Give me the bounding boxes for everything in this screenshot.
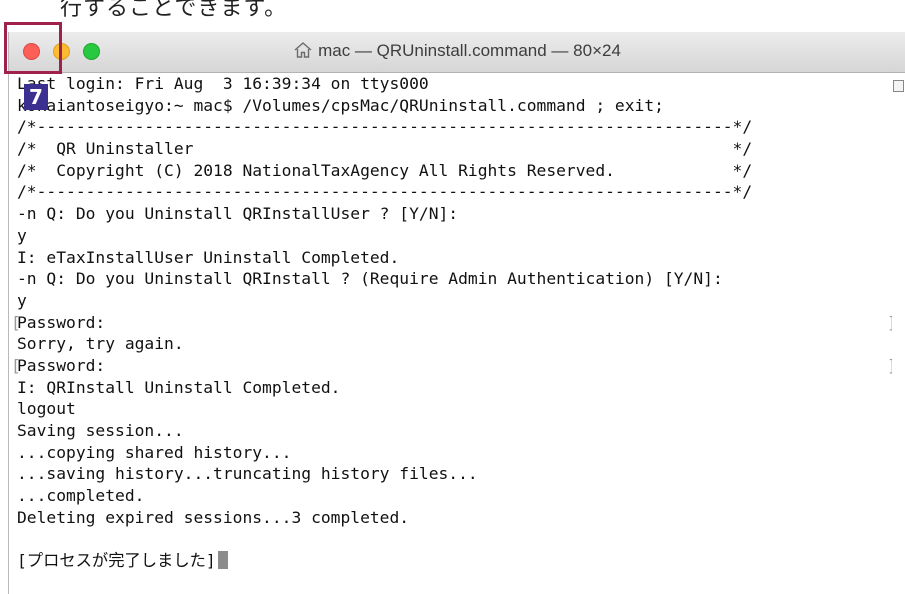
terminal-line: Last login: Fri Aug 3 16:39:34 on ttys00…	[17, 73, 892, 95]
terminal-line: Password:[]	[11, 312, 892, 334]
terminal-line: /*--------------------------------------…	[17, 116, 892, 138]
terminal-line-text: ...completed.	[17, 486, 145, 506]
mark-bracket-right: ]	[887, 312, 892, 334]
terminal-line-text: /* Copyright (C) 2018 NationalTaxAgency …	[17, 160, 753, 180]
terminal-line: ...saving history...truncating history f…	[17, 463, 892, 485]
terminal-cursor	[217, 551, 228, 570]
annotation-step-badge: 7	[24, 84, 48, 110]
mark-bracket-left: [	[11, 312, 21, 332]
terminal-line: [プロセスが完了しました]	[17, 550, 892, 572]
terminal-line-text: y	[17, 290, 27, 310]
terminal-line: ...copying shared history...	[17, 442, 892, 464]
terminal-line-text: Password:	[17, 312, 106, 332]
title-bar[interactable]: mac — QRUninstall.command — 80×24	[9, 32, 905, 73]
scroll-marker[interactable]	[893, 80, 904, 92]
terminal-line: I: QRInstall Uninstall Completed.	[17, 377, 892, 399]
terminal-window: mac — QRUninstall.command — 80×24 Last l…	[8, 32, 905, 594]
annotation-highlight-box	[4, 22, 62, 74]
terminal-line-text: /* QR Uninstaller */	[17, 139, 753, 159]
terminal-line-text: Sorry, try again.	[17, 334, 184, 354]
terminal-line: Sorry, try again.	[17, 333, 892, 355]
terminal-line: kokaiantoseigyo:~ mac$ /Volumes/cpsMac/Q…	[17, 95, 892, 117]
terminal-line: -n Q: Do you Uninstall QRInstall ? (Requ…	[17, 268, 892, 290]
terminal-line-text: -n Q: Do you Uninstall QRInstallUser ? […	[17, 204, 459, 224]
mark-bracket-right: ]	[887, 355, 892, 377]
terminal-line: logout	[17, 398, 892, 420]
terminal-line-text: /*--------------------------------------…	[17, 182, 753, 202]
page-caption: 行することできます。	[60, 0, 288, 21]
terminal-line-text: I: QRInstall Uninstall Completed.	[17, 377, 341, 397]
terminal-line: Deleting expired sessions...3 completed.	[17, 507, 892, 529]
terminal-output[interactable]: Last login: Fri Aug 3 16:39:34 on ttys00…	[9, 73, 892, 594]
terminal-line: Password:[]	[11, 355, 892, 377]
terminal-line: /* QR Uninstaller */	[17, 138, 892, 160]
terminal-line: Saving session...	[17, 420, 892, 442]
terminal-line: y	[17, 225, 892, 247]
terminal-line: ...completed.	[17, 485, 892, 507]
terminal-line-text: Last login: Fri Aug 3 16:39:34 on ttys00…	[17, 74, 429, 93]
terminal-line-text: Deleting expired sessions...3 completed.	[17, 507, 410, 527]
terminal-line-text: [プロセスが完了しました]	[17, 551, 216, 571]
terminal-line-text: /*--------------------------------------…	[17, 117, 753, 137]
terminal-line-text: Saving session...	[17, 421, 184, 440]
terminal-line: /* Copyright (C) 2018 NationalTaxAgency …	[17, 160, 892, 182]
terminal-line-text: kokaiantoseigyo:~ mac$ /Volumes/cpsMac/Q…	[17, 95, 664, 115]
terminal-line-text: logout	[17, 399, 76, 419]
terminal-line: -n Q: Do you Uninstall QRInstallUser ? […	[17, 203, 892, 225]
terminal-line-text: ...saving history...truncating history f…	[17, 464, 478, 484]
terminal-line: y	[17, 290, 892, 312]
window-title-wrap: mac — QRUninstall.command — 80×24	[9, 41, 905, 61]
terminal-line-text: ...copying shared history...	[17, 442, 292, 462]
mark-bracket-left: [	[11, 355, 21, 375]
window-title: mac — QRUninstall.command — 80×24	[318, 41, 621, 60]
terminal-line: /*--------------------------------------…	[17, 181, 892, 203]
terminal-line-text: Password:	[17, 355, 106, 375]
home-icon	[294, 42, 312, 58]
terminal-line-text: I: eTaxInstallUser Uninstall Completed.	[17, 247, 400, 267]
terminal-line: I: eTaxInstallUser Uninstall Completed.	[17, 247, 892, 269]
terminal-line-text: -n Q: Do you Uninstall QRInstall ? (Requ…	[17, 269, 723, 289]
terminal-line-text: y	[17, 225, 27, 245]
